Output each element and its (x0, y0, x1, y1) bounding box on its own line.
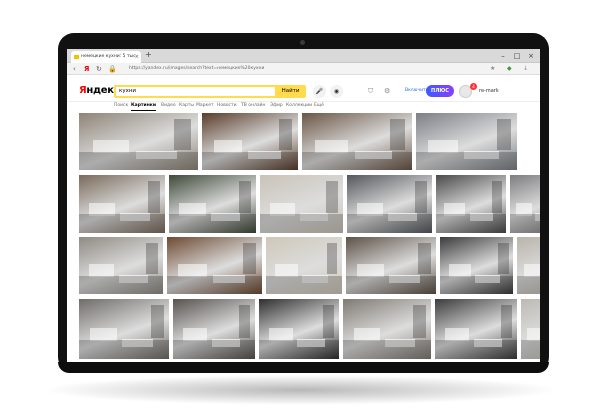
laptop-shadow (40, 375, 560, 405)
notification-badge: 4 (470, 83, 477, 90)
image-thumbnail[interactable] (167, 237, 262, 294)
image-thumbnail[interactable] (260, 175, 343, 233)
services-nav: Поиск Картинки Видео Карты Маркет Новост… (67, 102, 540, 111)
image-thumbnail[interactable] (302, 113, 412, 170)
service-tab-active[interactable]: Картинки (131, 102, 157, 111)
image-thumbnail[interactable] (79, 299, 169, 359)
download-icon[interactable]: ↓ (523, 64, 528, 74)
image-thumbnail[interactable] (79, 113, 198, 170)
service-tab[interactable]: Новости (217, 102, 237, 110)
laptop-bottom-edge (58, 362, 549, 373)
image-thumbnail[interactable] (343, 299, 431, 359)
tab-close-icon[interactable]: × (135, 51, 139, 63)
chevron-left-icon[interactable]: ‹ (73, 64, 76, 74)
shield-icon[interactable]: ⛉ (368, 87, 373, 96)
url-field[interactable]: https://yandex.ru/images/search?text=нем… (129, 65, 264, 73)
service-tab[interactable]: Карты (179, 102, 194, 110)
camera-icon[interactable]: ◉ (330, 85, 343, 98)
image-thumbnail[interactable] (79, 175, 165, 233)
image-thumbnail[interactable] (416, 113, 517, 170)
search-query: кухни (119, 88, 137, 94)
image-thumbnail[interactable] (347, 175, 432, 233)
service-tab[interactable]: ТВ онлайн (241, 102, 265, 110)
image-thumbnail[interactable] (517, 237, 540, 294)
image-thumbnail[interactable] (202, 113, 298, 170)
service-tab[interactable]: Коллекции (286, 102, 312, 110)
microphone-icon[interactable]: 🎤 (313, 85, 326, 98)
image-thumbnail[interactable] (79, 237, 163, 294)
minimize-button[interactable]: – (496, 49, 510, 63)
tab-title: немецкие кухни: 5 тыс (81, 54, 136, 59)
image-results-grid (67, 113, 540, 362)
image-thumbnail[interactable] (440, 237, 513, 294)
service-tab[interactable]: Поиск (114, 102, 128, 110)
enable-link[interactable]: Включить (405, 88, 428, 93)
browser-tab[interactable]: немецкие кухни: 5 тыс × (71, 51, 141, 63)
yandex-header: Яндекс кухни ✕ Найти 🎤 ◉ ⛉ ⚙ Включить ПЛ… (67, 76, 540, 102)
image-thumbnail[interactable] (259, 299, 339, 359)
protect-shield-icon[interactable]: ◆ (507, 64, 512, 74)
close-window-button[interactable]: × (524, 49, 538, 63)
image-thumbnail[interactable] (266, 237, 342, 294)
new-tab-button[interactable]: + (145, 50, 152, 59)
tab-bar: немецкие кухни: 5 тыс × + – □ × (67, 49, 540, 63)
service-tab[interactable]: Ещё (314, 102, 324, 110)
image-thumbnail[interactable] (510, 175, 540, 233)
service-tab[interactable]: Маркет (196, 102, 214, 110)
plus-button[interactable]: ПЛЮС (426, 85, 454, 97)
image-thumbnail[interactable] (436, 175, 506, 233)
service-tab[interactable]: Эфир (270, 102, 283, 110)
yandex-favicon-icon (74, 55, 79, 59)
image-thumbnail[interactable] (435, 299, 517, 359)
image-thumbnail[interactable] (521, 299, 540, 359)
username[interactable]: re-mark (479, 88, 499, 94)
maximize-button[interactable]: □ (510, 49, 524, 63)
bookmark-star-icon[interactable]: ★ (490, 64, 495, 74)
image-thumbnail[interactable] (173, 299, 255, 359)
search-button[interactable]: Найти (275, 85, 306, 98)
browser-screen: немецкие кухни: 5 тыс × + – □ × ‹ Я ↻ 🔒 … (67, 49, 540, 362)
address-bar: ‹ Я ↻ 🔒 https://yandex.ru/images/search?… (67, 63, 540, 75)
reload-icon[interactable]: ↻ (96, 64, 102, 74)
yandex-browser-icon[interactable]: Я (84, 64, 89, 74)
image-thumbnail[interactable] (346, 237, 436, 294)
service-tab[interactable]: Видео (161, 102, 176, 110)
settings-icon[interactable]: ⚙ (384, 87, 390, 96)
lock-icon: 🔒 (108, 65, 117, 73)
search-input[interactable]: кухни ✕ (114, 85, 284, 98)
image-thumbnail[interactable] (169, 175, 256, 233)
webcam (300, 40, 305, 45)
